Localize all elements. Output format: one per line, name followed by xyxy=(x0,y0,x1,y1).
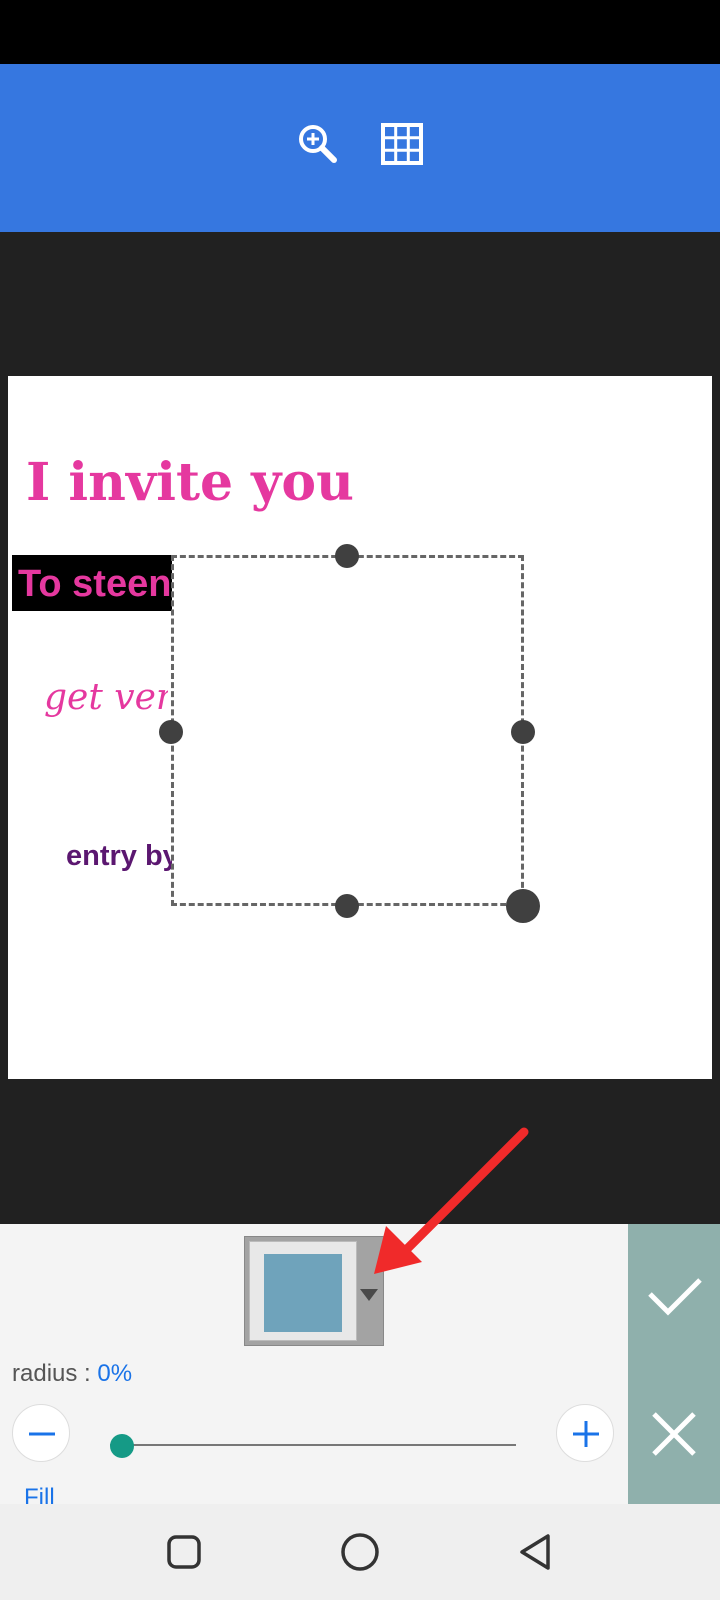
radius-label-text: radius : xyxy=(12,1360,98,1387)
canvas-text-steem: To steen xyxy=(18,563,172,605)
resize-handle-right[interactable] xyxy=(511,720,535,744)
minus-icon xyxy=(29,1432,55,1436)
canvas-text-entry-clip[interactable]: entry by xyxy=(64,838,172,878)
resize-handle-bottom[interactable] xyxy=(335,894,359,918)
dropdown-triangle-icon xyxy=(360,1289,378,1301)
fill-color-picker[interactable] xyxy=(244,1236,384,1346)
confirm-button[interactable] xyxy=(628,1224,720,1364)
zoom-in-icon[interactable] xyxy=(296,122,340,166)
shape-options-panel: radius : 0% Fill xyxy=(0,1224,628,1504)
plus-icon xyxy=(573,1421,599,1447)
status-bar xyxy=(0,0,720,64)
radius-value: 0% xyxy=(97,1360,133,1387)
design-canvas[interactable]: I invite you To steen get veri entry by xyxy=(8,376,712,1079)
system-nav-bar xyxy=(0,1504,720,1600)
action-panel xyxy=(628,1224,720,1504)
color-swatch-frame xyxy=(249,1241,357,1341)
resize-handle-left[interactable] xyxy=(159,720,183,744)
close-icon xyxy=(652,1412,696,1456)
recent-apps-icon[interactable] xyxy=(160,1528,208,1576)
radius-label: radius : 0% xyxy=(12,1360,132,1388)
canvas-text-entry: entry by xyxy=(66,840,172,872)
top-toolbar xyxy=(0,64,720,232)
checkmark-icon xyxy=(648,1278,702,1316)
canvas-text-verified: get veri xyxy=(44,677,168,718)
resize-handle-top[interactable] xyxy=(335,544,359,568)
slider-thumb[interactable] xyxy=(110,1434,134,1458)
canvas-text-verified-clip[interactable]: get veri xyxy=(38,671,168,731)
canvas-text-invite[interactable]: I invite you xyxy=(26,452,354,513)
grid-icon[interactable] xyxy=(380,122,424,166)
slider-track xyxy=(110,1444,516,1446)
radius-decrease-button[interactable] xyxy=(12,1404,70,1462)
shape-selection-box[interactable] xyxy=(171,555,524,906)
radius-slider[interactable] xyxy=(110,1430,516,1460)
fill-tab-clip: Fill xyxy=(0,1484,628,1504)
home-icon[interactable] xyxy=(336,1528,384,1576)
radius-increase-button[interactable] xyxy=(556,1404,614,1462)
canvas-text-steem-box[interactable]: To steen xyxy=(12,555,172,611)
color-swatch xyxy=(264,1254,342,1332)
fill-tab[interactable]: Fill xyxy=(24,1484,55,1504)
back-icon[interactable] xyxy=(512,1528,560,1576)
resize-handle-corner[interactable] xyxy=(506,889,540,923)
cancel-button[interactable] xyxy=(628,1364,720,1504)
